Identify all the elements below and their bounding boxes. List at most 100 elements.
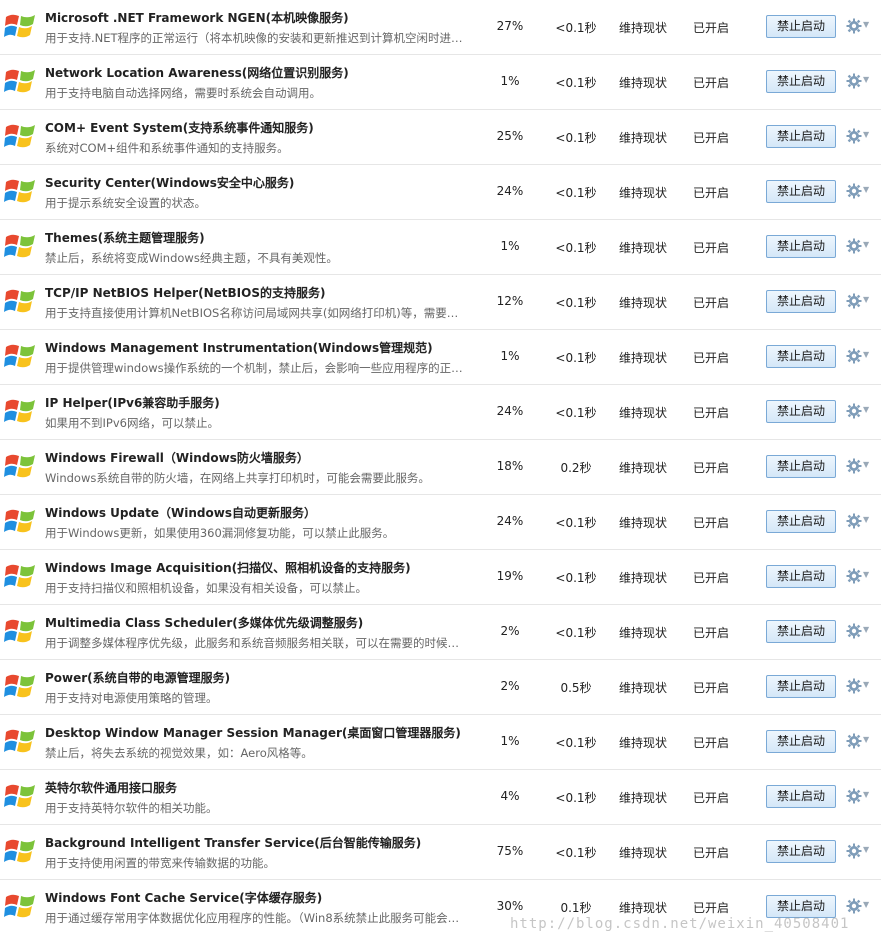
service-recommendation: 维持现状: [618, 901, 667, 915]
settings-dropdown[interactable]: ▼: [846, 402, 872, 422]
disable-startup-button[interactable]: 禁止启动: [766, 455, 836, 478]
windows-logo-icon: [4, 341, 36, 371]
gear-icon: [846, 788, 862, 804]
service-status: 已开启: [692, 681, 729, 695]
disable-startup-button[interactable]: 禁止启动: [766, 620, 836, 643]
windows-logo-icon: [4, 286, 36, 316]
settings-dropdown[interactable]: ▼: [846, 127, 872, 147]
service-status: 已开启: [692, 351, 729, 365]
service-percent: 30%: [496, 899, 524, 913]
service-row: 英特尔软件通用接口服务 用于支持英特尔软件的相关功能。 4% <0.1秒 维持现…: [0, 770, 881, 825]
service-title: 英特尔软件通用接口服务: [45, 781, 178, 795]
service-description: 禁止后，将失去系统的视觉效果，如：Aero风格等。: [45, 746, 313, 760]
disable-startup-button[interactable]: 禁止启动: [766, 290, 836, 313]
settings-dropdown[interactable]: ▼: [846, 512, 872, 532]
service-description: 用于调整多媒体程序优先级，此服务和系统音频服务相关联，可以在需要的时候…: [45, 636, 459, 650]
gear-icon: [846, 898, 862, 914]
service-description: 如果用不到IPv6网络，可以禁止。: [45, 416, 219, 430]
service-time: 0.5秒: [560, 681, 592, 695]
service-recommendation: 维持现状: [618, 736, 667, 750]
windows-logo-icon: [4, 561, 36, 591]
settings-dropdown[interactable]: ▼: [846, 732, 872, 752]
settings-dropdown[interactable]: ▼: [846, 677, 872, 697]
service-percent: 2%: [500, 679, 520, 693]
service-title: Network Location Awareness(网络位置识别服务): [45, 66, 349, 80]
service-percent: 1%: [500, 734, 520, 748]
disable-startup-button[interactable]: 禁止启动: [766, 400, 836, 423]
service-description: 用于支持直接使用计算机NetBIOS名称访问局域网共享(如网络打印机)等，需要…: [45, 306, 459, 320]
disable-startup-button[interactable]: 禁止启动: [766, 895, 836, 918]
disable-startup-button[interactable]: 禁止启动: [766, 15, 836, 38]
settings-dropdown[interactable]: ▼: [846, 347, 872, 367]
service-row: Microsoft .NET Framework NGEN(本机映像服务) 用于…: [0, 0, 881, 55]
disable-startup-button[interactable]: 禁止启动: [766, 785, 836, 808]
service-time: <0.1秒: [555, 186, 597, 200]
chevron-down-icon: ▼: [863, 350, 870, 359]
windows-logo-icon: [4, 891, 36, 921]
service-recommendation: 维持现状: [618, 571, 667, 585]
service-time: <0.1秒: [555, 791, 597, 805]
settings-dropdown[interactable]: ▼: [846, 292, 872, 312]
service-status: 已开启: [692, 241, 729, 255]
service-row: Windows Management Instrumentation(Windo…: [0, 330, 881, 385]
service-row: Power(系统自带的电源管理服务) 用于支持对电源使用策略的管理。 2% 0.…: [0, 660, 881, 715]
windows-logo-icon: [4, 11, 36, 41]
disable-startup-button[interactable]: 禁止启动: [766, 565, 836, 588]
disable-startup-button[interactable]: 禁止启动: [766, 840, 836, 863]
windows-logo-icon: [4, 396, 36, 426]
chevron-down-icon: ▼: [863, 295, 870, 304]
chevron-down-icon: ▼: [863, 735, 870, 744]
service-title: Multimedia Class Scheduler(多媒体优先级调整服务): [45, 616, 364, 630]
service-status: 已开启: [692, 406, 729, 420]
service-title: IP Helper(IPv6兼容助手服务): [45, 396, 220, 410]
service-recommendation: 维持现状: [618, 351, 667, 365]
service-description: 用于支持英特尔软件的相关功能。: [45, 801, 218, 815]
disable-startup-button[interactable]: 禁止启动: [766, 510, 836, 533]
service-description: Windows系统自带的防火墙，在网络上共享打印机时，可能会需要此服务。: [45, 471, 430, 485]
disable-startup-button[interactable]: 禁止启动: [766, 180, 836, 203]
settings-dropdown[interactable]: ▼: [846, 182, 872, 202]
service-time: <0.1秒: [555, 846, 597, 860]
service-row: Security Center(Windows安全中心服务) 用于提示系统安全设…: [0, 165, 881, 220]
gear-icon: [846, 18, 862, 34]
settings-dropdown[interactable]: ▼: [846, 17, 872, 37]
service-description: 用于支持.NET程序的正常运行（将本机映像的安装和更新推迟到计算机空闲时进…: [45, 31, 463, 45]
chevron-down-icon: ▼: [863, 185, 870, 194]
settings-dropdown[interactable]: ▼: [846, 237, 872, 257]
service-description: 系统对COM+组件和系统事件通知的支持服务。: [45, 141, 289, 155]
service-recommendation: 维持现状: [618, 626, 667, 640]
service-description: 用于通过缓存常用字体数据优化应用程序的性能。（Win8系统禁止此服务可能会…: [45, 911, 460, 925]
service-time: <0.1秒: [555, 241, 597, 255]
service-row: TCP/IP NetBIOS Helper(NetBIOS的支持服务) 用于支持…: [0, 275, 881, 330]
windows-logo-icon: [4, 176, 36, 206]
disable-startup-button[interactable]: 禁止启动: [766, 235, 836, 258]
service-status: 已开启: [692, 461, 729, 475]
settings-dropdown[interactable]: ▼: [846, 787, 872, 807]
settings-dropdown[interactable]: ▼: [846, 897, 872, 917]
service-title: Background Intelligent Transfer Service(…: [45, 836, 422, 850]
disable-startup-button[interactable]: 禁止启动: [766, 125, 836, 148]
disable-startup-button[interactable]: 禁止启动: [766, 730, 836, 753]
settings-dropdown[interactable]: ▼: [846, 457, 872, 477]
service-title: Themes(系统主题管理服务): [45, 231, 205, 245]
service-status: 已开启: [692, 21, 729, 35]
service-title: Windows Image Acquisition(扫描仪、照相机设备的支持服务…: [45, 561, 411, 575]
service-time: <0.1秒: [555, 296, 597, 310]
settings-dropdown[interactable]: ▼: [846, 622, 872, 642]
service-recommendation: 维持现状: [618, 76, 667, 90]
disable-startup-button[interactable]: 禁止启动: [766, 70, 836, 93]
settings-dropdown[interactable]: ▼: [846, 567, 872, 587]
service-row: Windows Update（Windows自动更新服务） 用于Windows更…: [0, 495, 881, 550]
settings-dropdown[interactable]: ▼: [846, 842, 872, 862]
disable-startup-button[interactable]: 禁止启动: [766, 345, 836, 368]
disable-startup-button[interactable]: 禁止启动: [766, 675, 836, 698]
service-status: 已开启: [692, 791, 729, 805]
service-percent: 24%: [496, 404, 524, 418]
windows-logo-icon: [4, 451, 36, 481]
service-description: 用于Windows更新，如果使用360漏洞修复功能，可以禁止此服务。: [45, 526, 395, 540]
windows-logo-icon: [4, 121, 36, 151]
chevron-down-icon: ▼: [863, 405, 870, 414]
chevron-down-icon: ▼: [863, 20, 870, 29]
settings-dropdown[interactable]: ▼: [846, 72, 872, 92]
service-percent: 4%: [500, 789, 520, 803]
